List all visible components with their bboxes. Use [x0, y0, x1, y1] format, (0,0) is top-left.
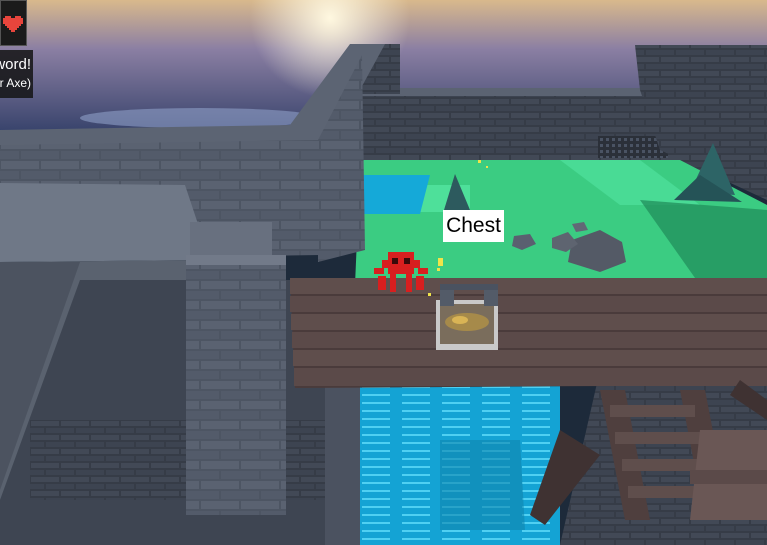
item-pickup-notification: Sword! (or Axe) [0, 50, 33, 98]
sparkle-3 [428, 293, 431, 296]
courtyard-water [360, 175, 430, 214]
stone-pillar [186, 222, 286, 515]
water-shadow [440, 440, 525, 530]
sparkle-5 [486, 166, 488, 168]
sparkle [438, 258, 443, 266]
stone-ledge-top [0, 183, 210, 262]
notification-line-1: Sword! [0, 56, 31, 73]
pixel-heart-icon [2, 16, 23, 32]
sparkle-4 [478, 160, 481, 163]
sparkle-2 [437, 268, 440, 271]
channel-edge-left [325, 385, 360, 545]
chest-tooltip-label: Chest [443, 210, 504, 242]
health-heart-slot [0, 0, 27, 46]
clouds [80, 108, 320, 128]
notification-line-2: (or Axe) [0, 76, 31, 90]
wooden-bridge [290, 278, 767, 388]
game-viewport[interactable] [0, 0, 767, 545]
